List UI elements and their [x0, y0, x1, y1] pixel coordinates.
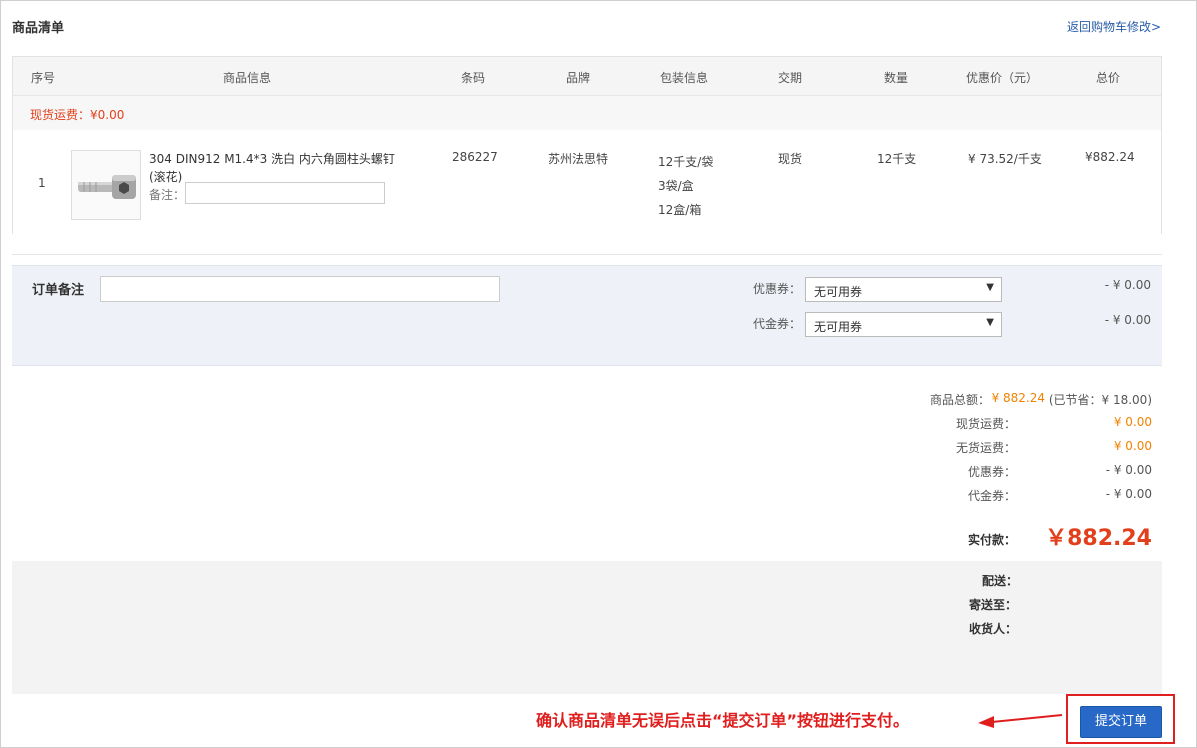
back-to-cart-link[interactable]: 返回购物车修改> — [1067, 18, 1161, 35]
product-image[interactable] — [71, 150, 141, 220]
packaging-line: 3袋/盒 — [658, 179, 694, 193]
delivery-info-panel: 配送： 寄送至： 收货人： — [12, 561, 1162, 694]
spot-freight-value: ¥ 0.00 — [1113, 415, 1152, 429]
row-index: 1 — [38, 176, 46, 190]
packaging-info: 12千支/袋 3袋/盒 12盒/箱 — [658, 150, 713, 222]
product-name[interactable]: 304 DIN912 M1.4*3 洗白 内六角圆柱头螺钉(滚花) — [149, 150, 399, 186]
table-row: 1 304 DIN912 M1.4*3 洗白 内六角圆柱头螺钉(滚花) 备注： … — [13, 130, 1161, 234]
packaging-line: 12千支/袋 — [658, 155, 714, 169]
screw-image-icon — [72, 151, 140, 219]
coupon-label: 优惠券： — [753, 282, 802, 296]
nostock-freight-label: 无货运费： — [955, 441, 1016, 455]
product-table: 序号 商品信息 条码 品牌 包装信息 交期 数量 优惠价（元） 总价 现货运费：… — [12, 56, 1162, 234]
coupon-select[interactable]: 无可用券 ▼ — [805, 277, 1002, 302]
barcode-value: 286227 — [452, 150, 498, 164]
dropdown-arrow-icon: ▼ — [986, 282, 994, 293]
shipping-fee-row: 现货运费：¥0.00 — [13, 96, 1161, 130]
col-delivery: 交期 — [778, 71, 803, 85]
col-barcode: 条码 — [461, 71, 486, 85]
col-total: 总价 — [1096, 71, 1121, 85]
divider — [12, 254, 1162, 255]
row-total-value: ¥882.24 — [1085, 150, 1135, 164]
saved-amount: (已节省：¥ 18.00) — [1048, 393, 1152, 407]
brand-value: 苏州法思特 — [548, 152, 609, 166]
dropdown-arrow-icon: ▼ — [986, 317, 994, 328]
table-header: 序号 商品信息 条码 品牌 包装信息 交期 数量 优惠价（元） 总价 — [13, 57, 1161, 96]
shipping-fee-text: 现货运费：¥0.00 — [30, 108, 125, 122]
goods-total-value: ¥ 882.24 — [991, 391, 1045, 405]
submit-order-button[interactable]: 提交订单 — [1080, 706, 1162, 738]
col-packaging: 包装信息 — [660, 71, 709, 85]
shipping-method-label: 配送： — [982, 574, 1019, 588]
nostock-freight-value: ¥ 0.00 — [1113, 439, 1152, 453]
voucher-amount: - ¥ 0.00 — [1104, 313, 1151, 327]
col-unit-price: 优惠价（元） — [966, 71, 1039, 85]
order-options-panel: 订单备注 优惠券： 无可用券 ▼ - ¥ 0.00 代金券： 无可用券 ▼ - … — [12, 265, 1162, 366]
item-note-input[interactable] — [185, 182, 385, 204]
voucher-selected-value: 无可用券 — [814, 320, 863, 334]
col-index: 序号 — [31, 71, 56, 85]
item-note-label: 备注： — [149, 188, 186, 202]
delivery-value: 现货 — [778, 152, 803, 166]
quantity-value: 12千支 — [877, 152, 917, 166]
paid-value: ￥882.24 — [1045, 526, 1152, 551]
summary-coupon-value: - ¥ 0.00 — [1105, 463, 1152, 477]
voucher-label: 代金券： — [753, 317, 802, 331]
voucher-select[interactable]: 无可用券 ▼ — [805, 312, 1002, 337]
ship-to-label: 寄送至： — [969, 598, 1018, 612]
packaging-line: 12盒/箱 — [658, 203, 702, 217]
order-note-input[interactable] — [100, 276, 500, 302]
paid-label: 实付款： — [967, 533, 1016, 547]
summary-voucher-label: 代金券： — [967, 489, 1016, 503]
receiver-label: 收货人： — [969, 622, 1018, 636]
coupon-amount: - ¥ 0.00 — [1104, 278, 1151, 292]
goods-total-label: 商品总额： — [929, 393, 990, 407]
col-product: 商品信息 — [223, 71, 272, 85]
col-quantity: 数量 — [884, 71, 909, 85]
unit-price-value: ¥ 73.52/千支 — [968, 152, 1042, 166]
coupon-selected-value: 无可用券 — [814, 285, 863, 299]
col-brand: 品牌 — [566, 71, 591, 85]
summary-coupon-label: 优惠券： — [967, 465, 1016, 479]
submit-instruction-text: 确认商品清单无误后点击“提交订单”按钮进行支付。 — [536, 711, 910, 730]
page-title: 商品清单 — [12, 21, 65, 36]
item-note: 备注： — [149, 182, 385, 204]
spot-freight-label: 现货运费： — [955, 417, 1016, 431]
pointer-arrow-icon — [978, 714, 1063, 728]
summary-voucher-value: - ¥ 0.00 — [1105, 487, 1152, 501]
order-note-label: 订单备注 — [32, 283, 85, 298]
